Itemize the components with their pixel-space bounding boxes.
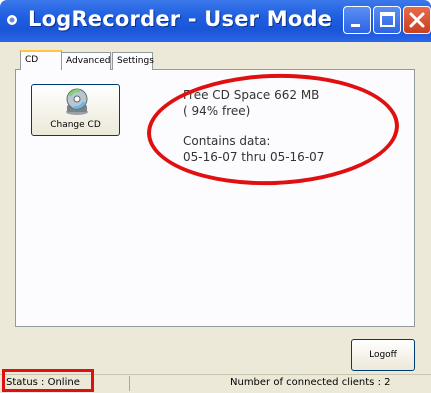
tab-advanced[interactable]: Advanced [61, 52, 111, 70]
status-annotation-box [2, 369, 94, 392]
close-button[interactable] [403, 6, 431, 34]
maximize-icon [380, 12, 395, 27]
minimize-icon [351, 24, 360, 27]
status-separator [129, 376, 130, 391]
window-title: LogRecorder - User Mode [28, 7, 333, 31]
close-icon [409, 12, 425, 28]
tab-settings[interactable]: Settings [112, 52, 154, 70]
tab-cd[interactable]: CD [20, 50, 62, 70]
title-bar[interactable]: LogRecorder - User Mode [0, 0, 431, 42]
change-cd-label: Change CD [50, 120, 101, 130]
minimize-button[interactable] [343, 6, 371, 34]
maximize-button[interactable] [373, 6, 401, 34]
connected-clients-text: Number of connected clients : 2 [230, 377, 391, 388]
logoff-button[interactable]: Logoff [351, 339, 415, 371]
cd-disc-icon [66, 88, 88, 115]
change-cd-button[interactable]: Change CD [31, 84, 120, 136]
app-icon[interactable] [6, 14, 18, 26]
